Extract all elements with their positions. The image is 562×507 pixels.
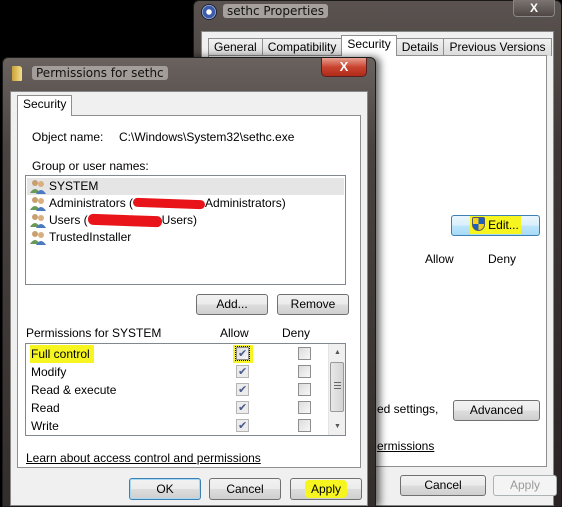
uac-shield-icon (472, 217, 486, 231)
add-button[interactable]: Add... (196, 294, 268, 315)
access-control-help-link[interactable]: Learn about access control and permissio… (26, 451, 261, 465)
window-title: sethc Properties (223, 4, 329, 18)
users-icon (30, 214, 46, 228)
deny-checkbox[interactable] (298, 383, 311, 396)
redaction-mark (87, 214, 162, 228)
permission-row-modify: Modify (26, 363, 326, 381)
apply-button[interactable]: Apply (290, 478, 362, 500)
list-item-administrators[interactable]: Administrators ( Administrators) (27, 195, 344, 212)
advanced-settings-text: ed settings, (377, 402, 439, 416)
permission-name: Write (31, 419, 59, 433)
group-user-list[interactable]: SYSTEM Administrators ( Administrators) U… (25, 175, 346, 285)
permission-name: Modify (31, 365, 67, 379)
deny-checkbox[interactable] (298, 419, 311, 432)
deny-checkbox[interactable] (298, 401, 311, 414)
object-name-label: Object name: (32, 130, 104, 144)
allow-column-header: Allow (220, 326, 249, 340)
dialog-client: Security Object name: C:\Windows\System3… (10, 91, 368, 506)
group-name-suffix: Administrators) (205, 196, 286, 210)
tab-details[interactable]: Details (395, 38, 445, 56)
list-item-users[interactable]: Users ( Users) (27, 212, 344, 229)
group-name: TrustedInstaller (49, 230, 132, 244)
scroll-down-arrow-icon[interactable]: ▼ (329, 418, 345, 435)
group-name: SYSTEM (49, 179, 99, 193)
allow-checkbox[interactable] (236, 363, 249, 381)
users-icon (30, 231, 46, 245)
security-panel: Object name: C:\Windows\System32\sethc.e… (17, 115, 361, 468)
advanced-button[interactable]: Advanced (453, 400, 540, 421)
apply-button[interactable]: Apply (493, 475, 557, 496)
allow-checkbox[interactable] (235, 345, 250, 363)
redaction-mark (132, 198, 206, 210)
permission-row-full-control: Full control (26, 345, 326, 363)
permission-name: Read & execute (31, 383, 117, 397)
tab-general[interactable]: General (208, 38, 263, 56)
deny-column-header: Deny (282, 326, 311, 340)
window-title: Permissions for sethc (32, 66, 168, 80)
tab-security[interactable]: Security (341, 35, 397, 56)
folder-icon (12, 66, 22, 81)
group-name: Administrators ( (49, 196, 134, 210)
cancel-button[interactable]: Cancel (400, 475, 486, 496)
deny-checkbox[interactable] (298, 365, 311, 378)
permission-row-write: Write (26, 417, 326, 435)
edit-button-label: Edit... (488, 218, 519, 232)
group-name: Users ( (49, 213, 88, 227)
group-name-suffix: Users) (161, 213, 198, 227)
close-button[interactable]: X (321, 58, 367, 77)
tab-security[interactable]: Security (17, 95, 73, 116)
deny-column-header: Deny (488, 252, 517, 266)
remove-button[interactable]: Remove (277, 294, 349, 315)
scroll-thumb[interactable] (330, 362, 344, 412)
scroll-up-arrow-icon[interactable]: ▲ (329, 344, 345, 361)
ok-button[interactable]: OK (129, 478, 201, 500)
allow-checkbox[interactable] (236, 381, 249, 399)
group-names-label: Group or user names: (32, 159, 149, 173)
object-name-value: C:\Windows\System32\sethc.exe (119, 130, 295, 144)
permission-name: Full control (30, 345, 94, 363)
grip-icon (334, 382, 341, 390)
allow-checkbox[interactable] (236, 399, 249, 417)
app-icon (201, 4, 217, 20)
users-icon (30, 180, 46, 194)
list-item-trustedinstaller[interactable]: TrustedInstaller (27, 229, 344, 246)
permissions-link[interactable]: ermissions (377, 439, 434, 453)
tab-previous-versions[interactable]: Previous Versions (443, 38, 552, 56)
edit-button[interactable]: Edit... (451, 215, 540, 236)
close-button[interactable]: X (513, 0, 555, 17)
users-icon (30, 197, 46, 211)
permissions-table: Full control Modify Read & execute Read (25, 343, 346, 436)
cancel-button[interactable]: Cancel (209, 478, 281, 500)
allow-column-header: Allow (425, 252, 454, 266)
permission-name: Read (31, 401, 60, 415)
title-bar[interactable]: sethc Properties X (194, 0, 561, 25)
allow-checkbox[interactable] (236, 417, 249, 435)
vertical-scrollbar[interactable]: ▲ ▼ (328, 344, 345, 435)
tab-strip: Security (17, 95, 73, 116)
permission-row-read-execute: Read & execute (26, 381, 326, 399)
apply-button-label: Apply (304, 480, 348, 498)
permissions-for-label: Permissions for SYSTEM (26, 326, 162, 340)
permission-row-read: Read (26, 399, 326, 417)
list-item-system[interactable]: SYSTEM (27, 178, 344, 195)
tab-compatibility[interactable]: Compatibility (261, 38, 343, 56)
permissions-window: Permissions for sethc X Security Object … (2, 57, 376, 507)
tab-strip: General Compatibility Security Details P… (208, 35, 552, 56)
deny-checkbox[interactable] (298, 347, 311, 360)
